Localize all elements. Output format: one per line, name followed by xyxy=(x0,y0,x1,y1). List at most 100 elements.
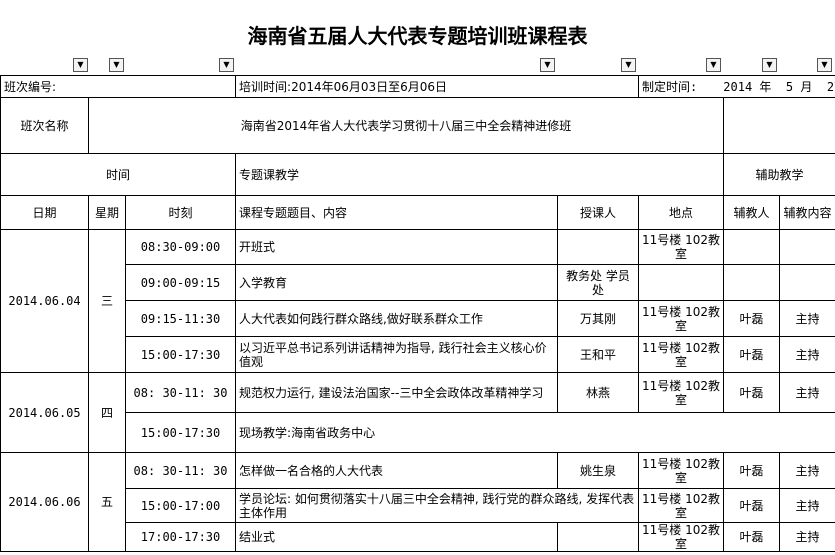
slot-cell: 15:00-17:30 xyxy=(124,336,237,373)
aux-person-cell: 叶磊 xyxy=(723,522,781,552)
teacher-cell xyxy=(557,522,640,552)
table-row: 09:00-09:15 入学教育 教务处 学员处 xyxy=(1,264,835,301)
table-row: 09:15-11:30 人大代表如何践行群众路线,做好联系群众工作 万其刚 11… xyxy=(1,300,835,337)
column-header-row: 日期 星期 时刻 课程专题题目、内容 授课人 地点 辅教人 辅教内容 xyxy=(0,195,835,230)
day-date: 2014.06.04 xyxy=(0,229,89,373)
made-time-label: 制定时间: xyxy=(642,79,698,94)
course-cell: 规范权力运行, 建设法治国家--三中全会政体改革精神学习 xyxy=(235,372,559,413)
group-topic-header: 专题课教学 xyxy=(235,153,724,196)
place-cell: 11号楼 102教室 xyxy=(638,452,725,489)
aux-content-cell xyxy=(779,264,835,301)
place-cell: 11号楼 102教室 xyxy=(638,336,725,373)
day-weekday: 五 xyxy=(88,452,126,552)
col-weekday-header: 星期 xyxy=(88,195,126,230)
place-cell: 11号楼 102教室 xyxy=(638,372,725,413)
class-name-label: 班次名称 xyxy=(0,97,89,154)
filter-dropdown-weekday[interactable]: ▼ xyxy=(109,58,124,72)
year-char: 年 xyxy=(759,79,772,94)
teacher-cell xyxy=(557,412,639,453)
col-aux-person-header: 辅教人 xyxy=(723,195,781,230)
made-month: 5 xyxy=(785,79,794,94)
day-weekday: 三 xyxy=(88,229,126,373)
table-row: 17:00-17:30 结业式 11号楼 102教室 叶磊 主持 xyxy=(1,522,835,552)
page-title: 海南省五届人大代表专题培训班课程表 xyxy=(247,24,588,48)
day-date: 2014.06.05 xyxy=(0,372,89,453)
place-cell: 11号楼 102教室 xyxy=(638,522,725,552)
aux-content-cell: 主持 xyxy=(779,336,835,373)
slot-cell: 09:00-09:15 xyxy=(124,264,237,301)
info-row: 班次编号: 培训时间:2014年06月03日至6月06日 制定时间: 2014 年… xyxy=(0,75,835,98)
table-row: 2014.06.04 三 08:30-09:00 开班式 11号楼 102教室 xyxy=(0,229,835,373)
col-course-header: 课程专题题目、内容 xyxy=(235,195,559,230)
aux-content-cell: 主持 xyxy=(779,372,835,413)
slot-cell: 15:00-17:30 xyxy=(124,412,237,453)
teacher-cell: 林燕 xyxy=(557,372,640,413)
filter-dropdown-date[interactable]: ▼ xyxy=(73,58,88,72)
day-weekday: 四 xyxy=(88,372,126,453)
course-cell: 怎样做一名合格的人大代表 xyxy=(235,452,559,489)
aux-person-cell xyxy=(723,264,781,301)
schedule-table: 班次编号: 培训时间:2014年06月03日至6月06日 制定时间: 2014 年… xyxy=(0,75,835,552)
filter-dropdown-aux-person[interactable]: ▼ xyxy=(762,58,777,72)
made-day: 27 xyxy=(826,79,835,94)
col-aux-content-header: 辅教内容 xyxy=(779,195,835,230)
aux-content-cell: 主持 xyxy=(779,522,835,552)
class-name: 海南省2014年省人大代表学习贯彻十八届三中全会精神进修班 xyxy=(87,97,725,154)
col-date-header: 日期 xyxy=(0,195,89,230)
course-cell: 入学教育 xyxy=(235,264,559,301)
class-name-blank xyxy=(723,97,835,154)
course-cell: 人大代表如何践行群众路线,做好联系群众工作 xyxy=(235,300,559,337)
aux-content-cell: 主持 xyxy=(779,488,835,523)
class-no-label: 班次编号: xyxy=(0,75,237,98)
table-row: 2014.06.05 四 08: 30-11: 30 规范权力运行, 建设法治国… xyxy=(0,372,835,453)
made-year: 2014 xyxy=(723,79,753,94)
aux-person-cell: 叶磊 xyxy=(723,488,781,523)
slot-cell: 15:00-17:00 xyxy=(124,488,237,523)
aux-person-cell: 叶磊 xyxy=(723,372,781,413)
filter-dropdown-teacher[interactable]: ▼ xyxy=(621,58,636,72)
aux-person-cell xyxy=(723,412,780,453)
filter-dropdown-course[interactable]: ▼ xyxy=(540,58,555,72)
course-cell: 学员论坛: 如何贯彻落实十八届三中全会精神, 践行党的群众路线, 发挥代表主体作… xyxy=(235,488,640,523)
month-char: 月 xyxy=(800,79,813,94)
place-cell xyxy=(638,412,724,453)
teacher-cell: 王和平 xyxy=(557,336,640,373)
aux-person-cell: 叶磊 xyxy=(723,452,781,489)
teacher-cell xyxy=(557,229,640,265)
teacher-cell: 姚生泉 xyxy=(557,452,640,489)
place-cell: 11号楼 102教室 xyxy=(638,229,725,265)
slot-cell: 08: 30-11: 30 xyxy=(124,372,237,413)
aux-content-cell xyxy=(779,229,835,265)
group-header-row: 时间 专题课教学 辅助教学 xyxy=(0,153,835,196)
aux-person-cell: 叶磊 xyxy=(723,300,781,337)
table-row: 15:00-17:30 现场教学:海南省政务中心 xyxy=(1,412,835,453)
aux-person-cell: 叶磊 xyxy=(723,336,781,373)
aux-person-cell xyxy=(723,229,781,265)
course-cell: 现场教学:海南省政务中心 xyxy=(235,412,558,453)
place-cell xyxy=(638,264,725,301)
table-row: 15:00-17:30 以习近平总书记系列讲话精神为指导, 践行社会主义核心价值… xyxy=(1,336,835,373)
teacher-cell: 万其刚 xyxy=(557,300,640,337)
aux-content-cell: 主持 xyxy=(779,300,835,337)
table-row: 2014.06.06 五 08: 30-11: 30 怎样做一名合格的人大代表 … xyxy=(0,452,835,552)
aux-content-cell xyxy=(779,412,835,453)
filter-dropdown-slot[interactable]: ▼ xyxy=(219,58,234,72)
slot-cell: 08: 30-11: 30 xyxy=(124,452,237,489)
filter-dropdown-aux-content[interactable]: ▼ xyxy=(817,58,832,72)
slot-cell: 09:15-11:30 xyxy=(124,300,237,337)
slot-cell: 17:00-17:30 xyxy=(124,522,237,552)
training-time: 培训时间:2014年06月03日至6月06日 xyxy=(235,75,640,98)
day-date: 2014.06.06 xyxy=(0,452,89,552)
aux-content-cell: 主持 xyxy=(779,452,835,489)
table-row: 15:00-17:00 学员论坛: 如何贯彻落实十八届三中全会精神, 践行党的群… xyxy=(1,488,835,523)
course-cell: 结业式 xyxy=(235,522,559,552)
class-name-row: 班次名称 海南省2014年省人大代表学习贯彻十八届三中全会精神进修班 xyxy=(0,97,835,154)
filter-dropdown-place[interactable]: ▼ xyxy=(706,58,721,72)
group-aux-header: 辅助教学 xyxy=(723,153,835,196)
place-cell: 11号楼 102教室 xyxy=(638,300,725,337)
place-cell: 11号楼 102教室 xyxy=(638,488,725,523)
course-cell: 以习近平总书记系列讲话精神为指导, 践行社会主义核心价值观 xyxy=(235,336,559,373)
made-time: 制定时间:2014 年 5 月 27 日 xyxy=(638,75,835,98)
course-cell: 开班式 xyxy=(235,229,559,265)
teacher-cell: 教务处 学员处 xyxy=(557,264,640,301)
